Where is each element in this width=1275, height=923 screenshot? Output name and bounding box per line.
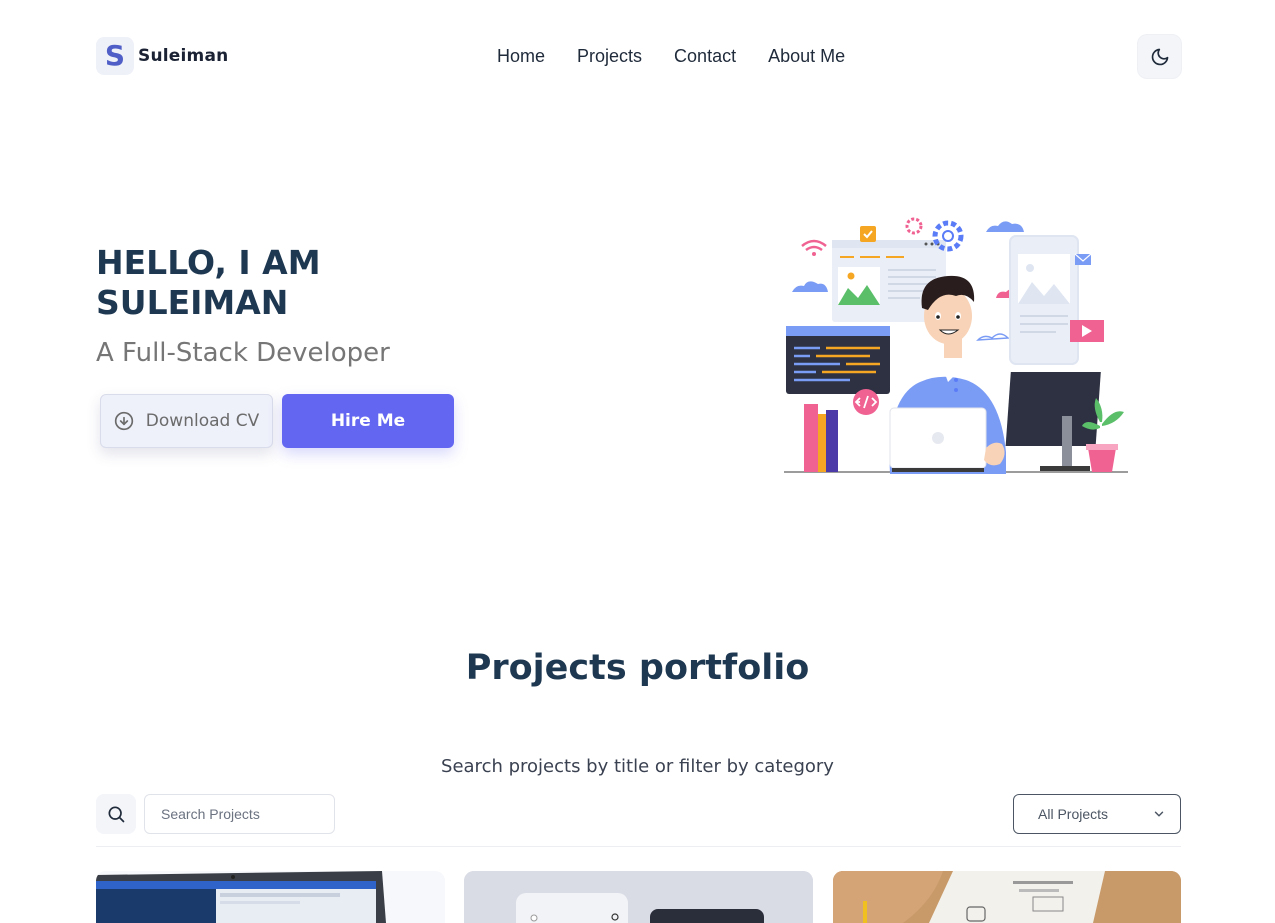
category-filter-select[interactable]: All Projects [1013, 794, 1181, 834]
download-circle-icon [114, 411, 133, 431]
site-header: S Suleiman Home Projects Contact About M… [0, 0, 1275, 110]
theme-toggle-button[interactable] [1137, 34, 1182, 79]
project-card[interactable] [464, 871, 813, 923]
nav-home[interactable]: Home [497, 46, 545, 67]
developer-illustration [784, 217, 1128, 474]
brand-name: Suleiman [138, 46, 229, 66]
section-divider [96, 846, 1181, 847]
project-thumbnail-laptop [96, 871, 445, 923]
download-cv-button[interactable]: Download CV [100, 394, 273, 448]
search-button[interactable] [96, 794, 136, 834]
main-nav: Home Projects Contact About Me [497, 46, 845, 67]
nav-contact[interactable]: Contact [674, 46, 736, 67]
search-icon [108, 806, 125, 823]
project-card[interactable] [96, 871, 445, 923]
hire-me-button[interactable]: Hire Me [282, 394, 454, 448]
hero-subtitle: A Full-Stack Developer [96, 338, 390, 368]
download-cv-label: Download CV [145, 411, 260, 431]
nav-about-me[interactable]: About Me [768, 46, 845, 67]
moon-icon [1151, 48, 1168, 65]
project-thumbnail-sketches [833, 871, 1181, 923]
hero-title: HELLO, I AM SULEIMAN [96, 243, 321, 322]
projects-title: Projects portfolio [465, 648, 810, 688]
search-projects-input[interactable] [144, 794, 335, 834]
logo-mark: S [96, 37, 134, 75]
hire-me-label: Hire Me [330, 411, 406, 431]
project-card[interactable] [833, 871, 1181, 923]
chevron-down-icon [1154, 811, 1164, 817]
logo-letter: S [104, 39, 126, 72]
nav-projects[interactable]: Projects [577, 46, 642, 67]
projects-subtitle: Search projects by title or filter by ca… [441, 756, 834, 777]
logo[interactable]: S Suleiman [96, 37, 228, 75]
filter-selected-value: All Projects [1038, 806, 1109, 822]
project-thumbnail-mobile-ui [464, 871, 813, 923]
